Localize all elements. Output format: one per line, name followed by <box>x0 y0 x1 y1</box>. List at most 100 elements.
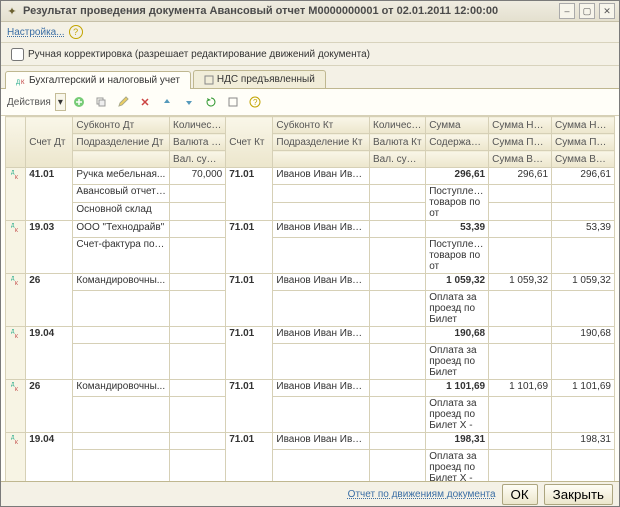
cell-empty <box>170 450 226 482</box>
ok-button[interactable]: ОК <box>502 484 538 505</box>
cell-acc-dt: 26 <box>26 274 73 327</box>
manual-edit-checkbox[interactable] <box>11 48 24 61</box>
cell-s2 <box>489 221 552 238</box>
table-row[interactable]: Авансовый отчет ...Поступление товаров п… <box>6 185 615 203</box>
tab-vat[interactable]: НДС предъявленный <box>193 70 326 88</box>
tabbar: ДК Бухгалтерский и налоговый учет НДС пр… <box>1 66 619 89</box>
cell-qty-kt <box>370 433 426 450</box>
hdr-spr-kt[interactable]: Сумма ПР Кт <box>552 134 615 151</box>
hdr-mark[interactable] <box>6 117 26 168</box>
cell-empty <box>170 344 226 380</box>
cell-empty <box>489 397 552 433</box>
cell-qty-kt <box>370 168 426 185</box>
entries-table: Счет Дт Субконто Дт Количеств... Счет Кт… <box>5 116 615 481</box>
help2-icon[interactable]: ? <box>246 93 264 111</box>
hdr-summa[interactable]: Сумма <box>426 117 489 134</box>
add-icon[interactable] <box>70 93 88 111</box>
cell-s2: 1 101,69 <box>489 380 552 397</box>
cell-qty-kt <box>370 221 426 238</box>
tab-accounting[interactable]: ДК Бухгалтерский и налоговый учет <box>5 71 191 89</box>
refresh-icon[interactable] <box>202 93 220 111</box>
minimize-icon[interactable]: – <box>559 3 575 19</box>
hdr-valsum-kt[interactable]: Вал. сумм... <box>370 151 426 168</box>
delete-icon[interactable] <box>136 93 154 111</box>
table-row[interactable]: ДК19.0471.01Иванов Иван Ива...190,68190,… <box>6 327 615 344</box>
table-row[interactable]: Оплата за проезд по Билет <box>6 344 615 380</box>
table-row[interactable]: Оплата за проезд по Билет Х - <box>6 450 615 482</box>
svg-text:К: К <box>15 228 18 232</box>
hdr-snu-dt[interactable]: Сумма НУ Дт <box>489 117 552 134</box>
window-title: Результат проведения документа Авансовый… <box>23 5 559 17</box>
maximize-icon[interactable]: ▢ <box>579 3 595 19</box>
row-mark-icon: ДК <box>6 380 26 433</box>
copy-icon[interactable] <box>92 93 110 111</box>
close-icon[interactable]: ✕ <box>599 3 615 19</box>
cell-sum: 53,39 <box>426 221 489 238</box>
row-mark-icon: ДК <box>6 433 26 482</box>
hdr-schet-dt[interactable]: Счет Дт <box>26 117 73 168</box>
hdr-snu-kt[interactable]: Сумма НУ Кт <box>552 117 615 134</box>
cell-acc-dt: 19.03 <box>26 221 73 274</box>
cell-qty <box>170 433 226 450</box>
actions-dropdown[interactable]: ▾ <box>55 93 66 111</box>
hdr-svr-kt[interactable]: Сумма ВР Кт <box>552 151 615 168</box>
hdr-svr-dt[interactable]: Сумма ВР Дт <box>489 151 552 168</box>
cell-empty <box>170 291 226 327</box>
cell-sum: 1 101,69 <box>426 380 489 397</box>
table-row[interactable]: ДК19.0471.01Иванов Иван Ива...198,31198,… <box>6 433 615 450</box>
cell-empty <box>273 185 370 203</box>
table-row[interactable]: Оплата за проезд по Билет <box>6 291 615 327</box>
report-link[interactable]: Отчет по движениям документа <box>348 489 496 500</box>
cell-acc-kt: 71.01 <box>226 221 273 274</box>
table-row[interactable]: ДК26Командировочны...71.01Иванов Иван Ив… <box>6 380 615 397</box>
hdr-sub-dt[interactable]: Субконто Дт <box>73 117 170 134</box>
table-row[interactable]: ДК26Командировочны...71.01Иванов Иван Ив… <box>6 274 615 291</box>
move-down-icon[interactable] <box>180 93 198 111</box>
svg-text:К: К <box>15 281 18 285</box>
table-row[interactable]: Счет-фактура пол...Поступление товаров п… <box>6 238 615 274</box>
cell-qty-kt <box>370 274 426 291</box>
footer: Отчет по движениям документа ОК Закрыть <box>1 481 619 506</box>
cell-sub-dt: Основной склад <box>73 203 170 221</box>
table-row[interactable]: Оплата за проезд по Билет Х - <box>6 397 615 433</box>
table-row[interactable]: ДК41.01Ручка мебельная...70,00071.01Иван… <box>6 168 615 185</box>
cell-sub-kt: Иванов Иван Ива... <box>273 221 370 238</box>
subtoolbar: Действия ▾ ? <box>1 89 619 116</box>
move-up-icon[interactable] <box>158 93 176 111</box>
hdr-val-kt[interactable]: Валюта Кт <box>370 134 426 151</box>
table-row[interactable]: ДК19.03ООО "Технодрайв"71.01Иванов Иван … <box>6 221 615 238</box>
cell-s3: 296,61 <box>552 168 615 185</box>
cell-empty <box>489 238 552 274</box>
hdr-soderzh[interactable]: Содержание <box>426 134 489 151</box>
table-row[interactable]: Основной склад <box>6 203 615 221</box>
cell-empty <box>489 344 552 380</box>
cell-sub-dt: Командировочны... <box>73 380 170 397</box>
table-body: ДК41.01Ручка мебельная...70,00071.01Иван… <box>6 168 615 482</box>
help-icon[interactable]: ? <box>69 25 83 39</box>
cell-acc-kt: 71.01 <box>226 433 273 482</box>
hdr-spr-dt[interactable]: Сумма ПР Дт <box>489 134 552 151</box>
hdr-val-dt[interactable]: Валюта Дт <box>170 134 226 151</box>
cell-empty <box>552 291 615 327</box>
svg-text:?: ? <box>253 98 258 107</box>
cell-desc: Оплата за проезд по Билет <box>426 344 489 380</box>
manual-edit-row: Ручная корректировка (разрешает редактир… <box>1 42 619 66</box>
close-button[interactable]: Закрыть <box>544 484 613 505</box>
hdr-podrazd-dt[interactable]: Подразделение Дт <box>73 134 170 151</box>
cell-acc-dt: 26 <box>26 380 73 433</box>
more-icon[interactable] <box>224 93 242 111</box>
cell-empty <box>370 450 426 482</box>
hdr-podrazd-kt[interactable]: Подразделение Кт <box>273 134 370 151</box>
hdr-valsum-dt[interactable]: Вал. сумм... <box>170 151 226 168</box>
cell-sub-dt <box>73 344 170 380</box>
settings-link[interactable]: Настройка... <box>7 27 65 38</box>
hdr-qty-kt[interactable]: Количеств... <box>370 117 426 134</box>
row-mark-icon: ДК <box>6 274 26 327</box>
edit-icon[interactable] <box>114 93 132 111</box>
hdr-schet-kt[interactable]: Счет Кт <box>226 117 273 168</box>
cell-sub-kt: Иванов Иван Ива... <box>273 168 370 185</box>
hdr-qty-dt[interactable]: Количеств... <box>170 117 226 134</box>
hdr-sub-kt[interactable]: Субконто Кт <box>273 117 370 134</box>
grid-scroll[interactable]: Счет Дт Субконто Дт Количеств... Счет Кт… <box>1 116 619 481</box>
cell-empty <box>273 291 370 327</box>
